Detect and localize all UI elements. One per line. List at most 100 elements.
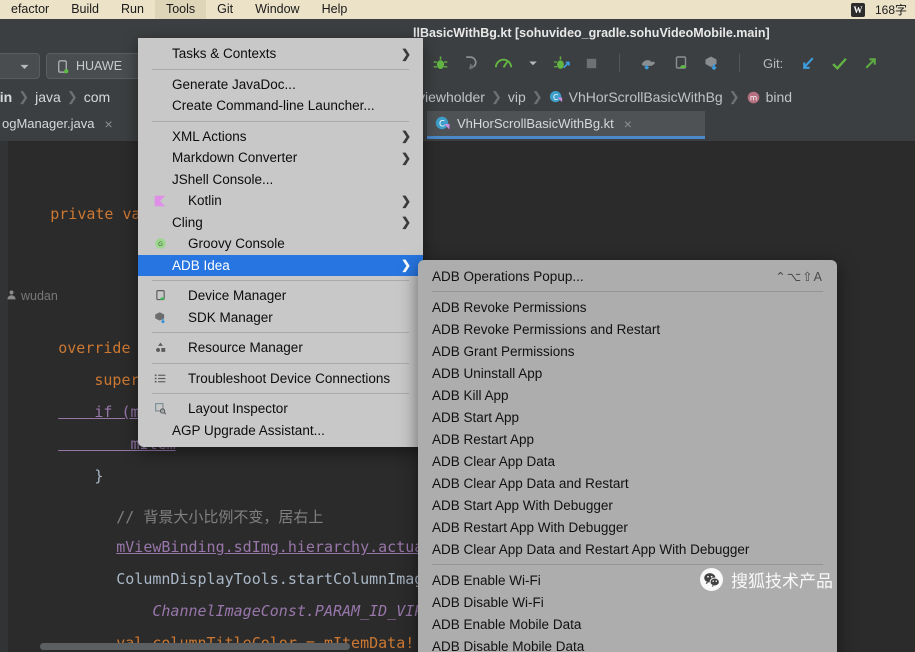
menu-item-generate-javadoc[interactable]: Generate JavaDoc... bbox=[138, 74, 423, 96]
menu-run[interactable]: Run bbox=[110, 0, 155, 19]
gradle-sync-icon[interactable] bbox=[640, 55, 659, 71]
breadcrumb-item-main[interactable]: ain bbox=[0, 89, 12, 105]
layout-inspector-icon bbox=[154, 402, 172, 415]
chevron-right-icon: ❯ bbox=[400, 193, 411, 208]
stop-icon[interactable] bbox=[584, 56, 599, 71]
menu-item-label: ADB Idea bbox=[172, 257, 230, 273]
kotlin-class-icon: C bbox=[549, 90, 564, 105]
sdk-manager-icon[interactable] bbox=[703, 55, 719, 71]
breadcrumb-item-class[interactable]: C VhHorScrollBasicWithBg bbox=[549, 89, 723, 105]
submenu-item-label: ADB Operations Popup... bbox=[432, 268, 584, 284]
submenu-item-adb-enable-mobile-data[interactable]: ADB Enable Mobile Data bbox=[418, 613, 837, 635]
menu-item-label: AGP Upgrade Assistant... bbox=[172, 422, 325, 438]
submenu-item-adb-clear-app-data-restart[interactable]: ADB Clear App Data and Restart bbox=[418, 472, 837, 494]
menu-item-agp-upgrade-assistant[interactable]: AGP Upgrade Assistant... bbox=[138, 420, 423, 442]
run-configuration-dropdown[interactable] bbox=[0, 53, 40, 79]
menu-item-create-cli-launcher[interactable]: Create Command-line Launcher... bbox=[138, 95, 423, 117]
submenu-item-label: ADB Enable Mobile Data bbox=[432, 616, 582, 632]
kotlin-icon bbox=[154, 195, 172, 207]
submenu-item-adb-grant-permissions[interactable]: ADB Grant Permissions bbox=[418, 340, 837, 362]
dropdown-arrow-icon[interactable] bbox=[527, 57, 539, 69]
user-icon bbox=[6, 289, 17, 303]
commit-icon[interactable] bbox=[831, 55, 848, 72]
breadcrumb-item-method[interactable]: m bind bbox=[746, 89, 792, 105]
editor-tab-label: VhHorScrollBasicWithBg.kt bbox=[457, 116, 614, 131]
submenu-item-adb-operations-popup[interactable]: ADB Operations Popup... ⌃⌥⇧A bbox=[418, 265, 837, 287]
submenu-item-adb-disable-wifi[interactable]: ADB Disable Wi-Fi bbox=[418, 591, 837, 613]
device-manager-icon[interactable] bbox=[673, 55, 689, 71]
attach-debugger-icon[interactable] bbox=[553, 55, 570, 72]
submenu-item-label: ADB Clear App Data bbox=[432, 453, 556, 469]
push-icon[interactable] bbox=[862, 55, 879, 72]
update-project-icon[interactable] bbox=[800, 55, 817, 72]
chevron-down-icon bbox=[18, 60, 31, 73]
menu-help[interactable]: Help bbox=[311, 0, 359, 19]
phone-device-icon bbox=[55, 59, 70, 74]
menu-item-label: XML Actions bbox=[172, 128, 247, 144]
menu-tools[interactable]: Tools bbox=[154, 0, 207, 19]
menu-item-markdown-converter[interactable]: Markdown Converter ❯ bbox=[138, 147, 423, 169]
menu-separator bbox=[152, 280, 409, 281]
submenu-item-adb-enable-wifi[interactable]: ADB Enable Wi-Fi bbox=[418, 569, 837, 591]
submenu-item-label: ADB Revoke Permissions bbox=[432, 299, 587, 315]
resource-manager-icon bbox=[154, 341, 172, 354]
menu-item-resource-manager[interactable]: Resource Manager bbox=[138, 337, 423, 359]
close-icon[interactable]: × bbox=[105, 116, 113, 132]
submenu-item-adb-start-app-with-debugger[interactable]: ADB Start App With Debugger bbox=[418, 494, 837, 516]
menu-separator bbox=[152, 393, 409, 394]
menu-item-tasks-contexts[interactable]: Tasks & Contexts ❯ bbox=[138, 43, 423, 65]
menu-item-adb-idea[interactable]: ADB Idea ❯ bbox=[138, 254, 423, 276]
submenu-item-adb-clear-restart-with-debugger[interactable]: ADB Clear App Data and Restart App With … bbox=[418, 538, 837, 560]
menu-item-device-manager[interactable]: Device Manager bbox=[138, 285, 423, 307]
menu-refactor[interactable]: efactor bbox=[0, 0, 60, 19]
submenu-item-adb-restart-app[interactable]: ADB Restart App bbox=[418, 428, 837, 450]
menu-git[interactable]: Git bbox=[206, 0, 244, 19]
submenu-item-adb-clear-app-data[interactable]: ADB Clear App Data bbox=[418, 450, 837, 472]
menu-item-label: Tasks & Contexts bbox=[172, 46, 277, 62]
code-author-hint: wudan bbox=[6, 289, 58, 303]
menu-item-troubleshoot-device-connections[interactable]: Troubleshoot Device Connections bbox=[138, 368, 423, 390]
git-label: Git: bbox=[763, 55, 784, 71]
menu-item-groovy-console[interactable]: G Groovy Console bbox=[138, 233, 423, 255]
chevron-right-icon: ❯ bbox=[66, 89, 78, 104]
menu-item-label: Groovy Console bbox=[188, 236, 285, 252]
toolbar-divider bbox=[619, 54, 620, 72]
chevron-right-icon: ❯ bbox=[400, 46, 411, 61]
menu-item-kotlin[interactable]: Kotlin ❯ bbox=[138, 190, 423, 212]
submenu-item-adb-start-app[interactable]: ADB Start App bbox=[418, 406, 837, 428]
window-title: llBasicWithBg.kt [sohuvideo_gradle.sohuV… bbox=[413, 26, 770, 40]
submenu-item-label: ADB Start App With Debugger bbox=[432, 497, 613, 513]
submenu-item-adb-uninstall-app[interactable]: ADB Uninstall App bbox=[418, 362, 837, 384]
submenu-item-adb-disable-mobile-data[interactable]: ADB Disable Mobile Data bbox=[418, 635, 837, 652]
menu-build[interactable]: Build bbox=[60, 0, 110, 19]
horizontal-scrollbar[interactable] bbox=[40, 643, 350, 650]
breadcrumb-item-viewholder[interactable]: viewholder bbox=[418, 89, 485, 105]
menu-separator bbox=[152, 332, 409, 333]
svg-text:C: C bbox=[553, 92, 558, 101]
editor-tab-active[interactable]: C VhHorScrollBasicWithBg.kt × bbox=[427, 111, 705, 139]
step-over-icon[interactable] bbox=[463, 55, 480, 72]
menu-window[interactable]: Window bbox=[244, 0, 310, 19]
breadcrumb-item-com[interactable]: com bbox=[84, 89, 110, 105]
menu-item-label: SDK Manager bbox=[188, 309, 273, 325]
close-icon[interactable]: × bbox=[624, 116, 632, 132]
menu-item-cling[interactable]: Cling ❯ bbox=[138, 212, 423, 234]
debug-icon[interactable] bbox=[432, 55, 449, 72]
menu-item-layout-inspector[interactable]: Layout Inspector bbox=[138, 398, 423, 420]
ide-window: llBasicWithBg.kt [sohuvideo_gradle.sohuV… bbox=[0, 19, 915, 652]
menu-item-jshell-console[interactable]: JShell Console... bbox=[138, 169, 423, 191]
submenu-item-adb-revoke-permissions[interactable]: ADB Revoke Permissions bbox=[418, 296, 837, 318]
submenu-item-adb-kill-app[interactable]: ADB Kill App bbox=[418, 384, 837, 406]
word-icon[interactable]: W bbox=[850, 2, 865, 17]
submenu-item-adb-restart-app-with-debugger[interactable]: ADB Restart App With Debugger bbox=[418, 516, 837, 538]
menu-item-sdk-manager[interactable]: SDK Manager bbox=[138, 307, 423, 329]
tools-dropdown-menu: Tasks & Contexts ❯ Generate JavaDoc... C… bbox=[138, 38, 423, 447]
menu-separator bbox=[152, 120, 409, 122]
breadcrumb-item-vip[interactable]: vip bbox=[508, 89, 526, 105]
submenu-item-label: ADB Restart App With Debugger bbox=[432, 519, 628, 535]
breadcrumb-item-java[interactable]: java bbox=[35, 89, 61, 105]
chevron-right-icon: ❯ bbox=[18, 89, 30, 104]
menu-item-xml-actions[interactable]: XML Actions ❯ bbox=[138, 126, 423, 148]
submenu-item-adb-revoke-permissions-restart[interactable]: ADB Revoke Permissions and Restart bbox=[418, 318, 837, 340]
profiler-icon[interactable] bbox=[494, 55, 513, 72]
